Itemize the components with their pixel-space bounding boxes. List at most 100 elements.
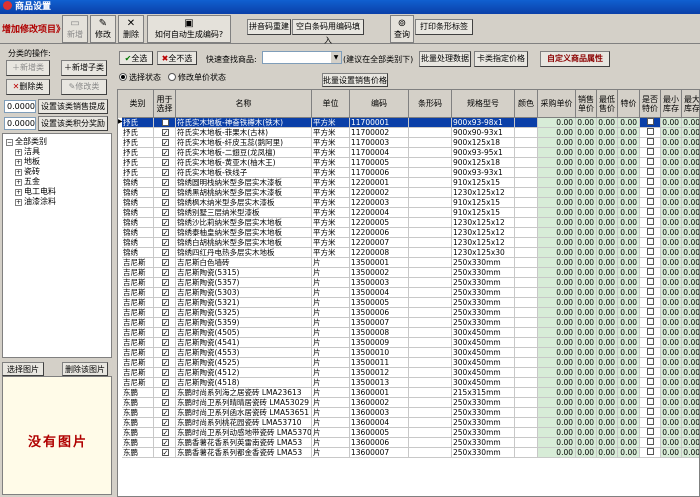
table-cell[interactable]: 0.00 xyxy=(618,238,640,248)
table-cell[interactable]: 0.00 xyxy=(682,278,699,288)
table-cell[interactable]: 0.00 xyxy=(576,228,597,238)
special-price-cell[interactable] xyxy=(640,318,661,328)
table-cell[interactable] xyxy=(409,158,452,168)
table-cell[interactable]: 0.00 xyxy=(597,188,618,198)
table-row[interactable]: 吉尼斯吉尼斯陶瓷(5315)片13500002250x330mm0.000.00… xyxy=(118,268,699,278)
table-cell[interactable]: 13500008 xyxy=(350,328,409,338)
table-cell[interactable]: 0.00 xyxy=(618,278,640,288)
table-cell[interactable] xyxy=(409,358,452,368)
barcode-fill-button[interactable]: 空白条码用编码填入 xyxy=(292,19,364,45)
table-cell[interactable] xyxy=(515,268,538,278)
table-cell[interactable]: 符氏实木地板-铁线子 xyxy=(176,168,312,178)
column-header[interactable]: 名称 xyxy=(176,90,312,118)
table-cell[interactable]: 平方米 xyxy=(312,188,350,198)
table-cell[interactable]: 0.00 xyxy=(661,218,682,228)
table-cell[interactable]: 0.00 xyxy=(618,408,640,418)
table-cell[interactable] xyxy=(409,248,452,258)
points-input[interactable]: 0.0000 xyxy=(4,117,36,130)
table-cell[interactable]: 0.00 xyxy=(661,228,682,238)
table-row[interactable]: 吉尼斯吉尼斯陶瓷(4518)片13500013300x450mm0.000.00… xyxy=(118,378,699,388)
special-price-cell[interactable] xyxy=(640,248,661,258)
table-cell[interactable]: 0.00 xyxy=(576,378,597,388)
table-cell[interactable]: 吉尼斯 xyxy=(122,268,154,278)
checkbox-icon[interactable] xyxy=(647,148,654,155)
table-cell[interactable] xyxy=(515,148,538,158)
table-cell[interactable]: 片 xyxy=(312,338,350,348)
table-cell[interactable]: 吉尼斯陶瓷(4553) xyxy=(176,348,312,358)
table-cell[interactable]: 0.00 xyxy=(576,238,597,248)
table-cell[interactable]: 0.00 xyxy=(597,398,618,408)
table-row[interactable]: 锦绣锦绣别墅三层纳米型漆板平方米12200004910x125x150.000.… xyxy=(118,208,699,218)
checkbox-checked-icon[interactable] xyxy=(161,359,169,366)
checkbox-icon[interactable] xyxy=(647,298,654,305)
select-checkbox-cell[interactable] xyxy=(154,258,176,268)
checkbox-icon[interactable] xyxy=(647,348,654,355)
checkbox-checked-icon[interactable] xyxy=(161,379,169,386)
expand-icon[interactable]: + xyxy=(15,169,22,176)
table-cell[interactable]: 1230x125x12 xyxy=(452,228,515,238)
table-cell[interactable]: 0.00 xyxy=(618,218,640,228)
checkbox-checked-icon[interactable] xyxy=(161,199,169,206)
table-cell[interactable] xyxy=(515,248,538,258)
table-cell[interactable] xyxy=(515,298,538,308)
select-checkbox-cell[interactable] xyxy=(154,278,176,288)
table-row[interactable]: 吉尼斯吉尼斯陶瓷(4541)片13500009300x450mm0.000.00… xyxy=(118,338,699,348)
table-cell[interactable]: 抒氏 xyxy=(122,128,154,138)
table-cell[interactable]: 0.00 xyxy=(618,338,640,348)
table-cell[interactable] xyxy=(515,328,538,338)
table-cell[interactable]: 0.00 xyxy=(538,198,576,208)
select-checkbox-cell[interactable] xyxy=(154,288,176,298)
checkbox-checked-icon[interactable] xyxy=(161,419,169,426)
tree-node[interactable]: + 洁具 xyxy=(15,147,40,157)
table-cell[interactable]: 0.00 xyxy=(661,258,682,268)
table-cell[interactable] xyxy=(515,368,538,378)
table-cell[interactable] xyxy=(409,128,452,138)
select-checkbox-cell[interactable] xyxy=(154,438,176,448)
table-cell[interactable]: 0.00 xyxy=(538,348,576,358)
table-cell[interactable] xyxy=(409,198,452,208)
table-row[interactable]: 吉尼斯吉尼斯陶瓷(5303)片13500004250x330mm0.000.00… xyxy=(118,288,699,298)
expand-icon[interactable]: + xyxy=(15,159,22,166)
table-cell[interactable]: 0.00 xyxy=(597,348,618,358)
table-row[interactable]: 锦绣 锦绣沙比莉纳米型多层实木地板平方米12200005 1230x125x12 0.… xyxy=(118,218,699,228)
table-cell[interactable] xyxy=(515,168,538,178)
checkbox-icon[interactable] xyxy=(647,358,654,365)
table-cell[interactable]: 0.00 xyxy=(597,308,618,318)
table-cell[interactable]: 平方米 xyxy=(312,238,350,248)
table-cell[interactable]: 13600005 xyxy=(350,428,409,438)
table-cell[interactable]: 东鹏香薯花香系列英雷南瓷砖 LMA53 xyxy=(176,438,312,448)
table-cell[interactable]: 0.00 xyxy=(661,188,682,198)
table-cell[interactable]: 吉尼斯白色墙砖 xyxy=(176,258,312,268)
custom-attr-button[interactable]: 自定义商品属性 xyxy=(540,51,610,67)
batch-process-button[interactable]: 批量处理数据 xyxy=(419,51,471,67)
table-cell[interactable]: 13600001 xyxy=(350,388,409,398)
checkbox-checked-icon[interactable] xyxy=(161,219,169,226)
table-cell[interactable]: 0.00 xyxy=(618,118,640,128)
tree-root[interactable]: − 全部类别 xyxy=(6,137,47,147)
table-cell[interactable]: 吉尼斯陶瓷(4505) xyxy=(176,328,312,338)
select-checkbox-cell[interactable] xyxy=(154,428,176,438)
table-cell[interactable]: 0.00 xyxy=(661,328,682,338)
table-cell[interactable]: 0.00 xyxy=(618,178,640,188)
table-cell[interactable]: 片 xyxy=(312,258,350,268)
table-cell[interactable]: 平方米 xyxy=(312,218,350,228)
table-cell[interactable]: 0.00 xyxy=(682,148,699,158)
table-cell[interactable]: 0.00 xyxy=(576,318,597,328)
special-price-cell[interactable] xyxy=(640,348,661,358)
table-cell[interactable]: 0.00 xyxy=(661,178,682,188)
special-price-cell[interactable] xyxy=(640,358,661,368)
checkbox-icon[interactable] xyxy=(647,138,654,145)
select-checkbox-cell[interactable] xyxy=(154,398,176,408)
table-cell[interactable] xyxy=(409,138,452,148)
column-header[interactable]: 用于选择 xyxy=(154,90,176,118)
table-cell[interactable]: 0.00 xyxy=(618,378,640,388)
table-cell[interactable]: 0.00 xyxy=(661,198,682,208)
special-price-cell[interactable] xyxy=(640,408,661,418)
table-row[interactable]: 锦绣 锦绣泰柚皇纳米型多层实木地板平方米12200006 1230x125x12 0.… xyxy=(118,228,699,238)
expand-icon[interactable]: + xyxy=(15,149,22,156)
table-cell[interactable]: 11700006 xyxy=(350,168,409,178)
table-cell[interactable]: 0.00 xyxy=(682,288,699,298)
table-cell[interactable]: 11700001 xyxy=(350,118,409,128)
table-cell[interactable]: 0.00 xyxy=(661,118,682,128)
table-cell[interactable]: 0.00 xyxy=(538,318,576,328)
